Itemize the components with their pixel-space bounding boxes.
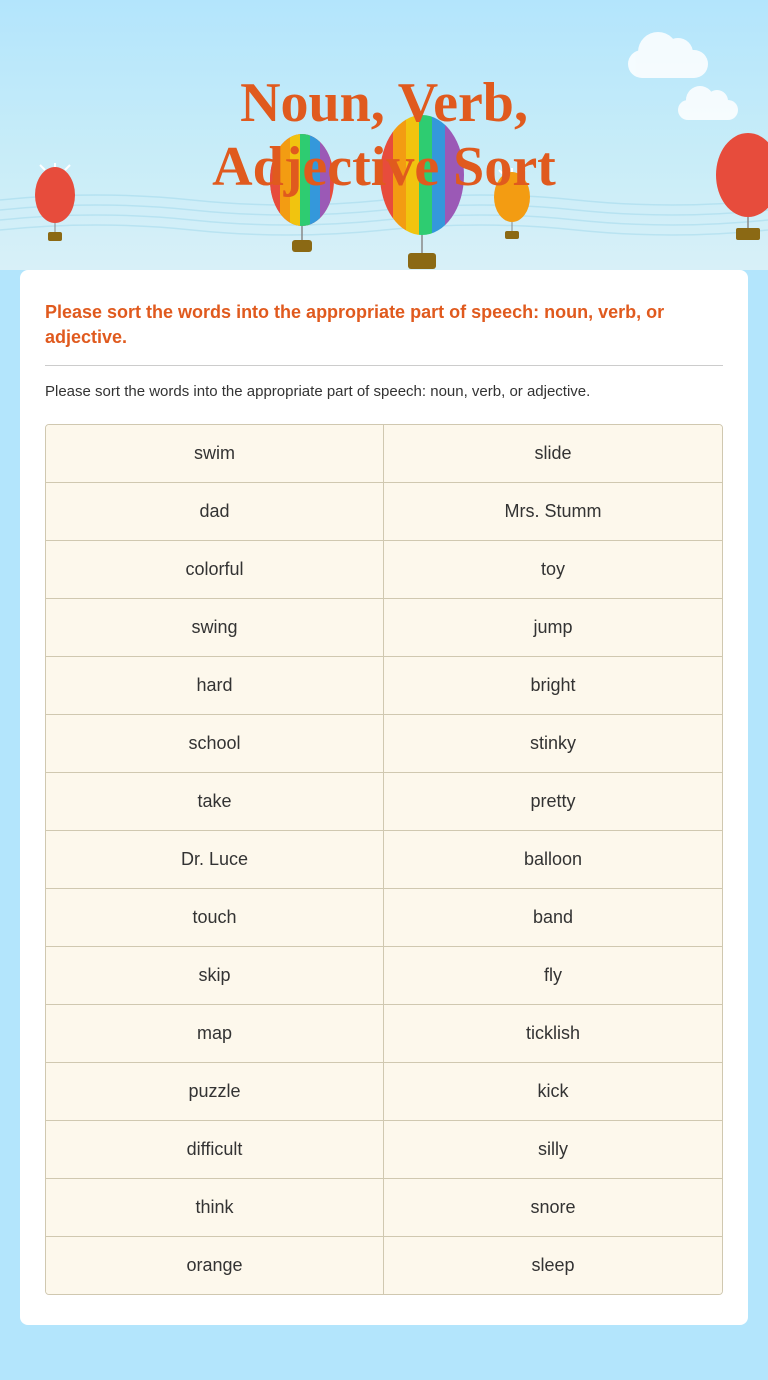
word-cell-left[interactable]: school xyxy=(46,715,384,772)
word-row: schoolstinky xyxy=(46,715,722,773)
balloon-small-left xyxy=(30,160,80,260)
word-cell-left[interactable]: swing xyxy=(46,599,384,656)
word-row: hardbright xyxy=(46,657,722,715)
word-cell-right[interactable]: kick xyxy=(384,1063,722,1120)
word-row: takepretty xyxy=(46,773,722,831)
word-cell-left[interactable]: hard xyxy=(46,657,384,714)
word-cell-left[interactable]: difficult xyxy=(46,1121,384,1178)
title-container: Noun, Verb, Adjective Sort xyxy=(212,71,556,200)
word-cell-left[interactable]: think xyxy=(46,1179,384,1236)
word-row: colorfultoy xyxy=(46,541,722,599)
word-grid: swimslidedadMrs. Stummcolorfultoyswingju… xyxy=(45,424,723,1295)
word-row: puzzlekick xyxy=(46,1063,722,1121)
word-row: swingjump xyxy=(46,599,722,657)
word-cell-left[interactable]: orange xyxy=(46,1237,384,1294)
word-cell-left[interactable]: touch xyxy=(46,889,384,946)
word-cell-right[interactable]: jump xyxy=(384,599,722,656)
word-cell-left[interactable]: map xyxy=(46,1005,384,1062)
word-cell-left[interactable]: colorful xyxy=(46,541,384,598)
word-cell-left[interactable]: take xyxy=(46,773,384,830)
word-row: touchband xyxy=(46,889,722,947)
instructions-title: Please sort the words into the appropria… xyxy=(45,300,723,366)
word-cell-right[interactable]: band xyxy=(384,889,722,946)
word-cell-right[interactable]: pretty xyxy=(384,773,722,830)
instructions-body: Please sort the words into the appropria… xyxy=(45,381,723,404)
word-row: Dr. Luceballoon xyxy=(46,831,722,889)
word-cell-left[interactable]: dad xyxy=(46,483,384,540)
word-row: difficultsilly xyxy=(46,1121,722,1179)
main-content: Please sort the words into the appropria… xyxy=(20,270,748,1325)
word-cell-left[interactable]: swim xyxy=(46,425,384,482)
word-row: thinksnore xyxy=(46,1179,722,1237)
word-cell-left[interactable]: puzzle xyxy=(46,1063,384,1120)
sky-header: Noun, Verb, Adjective Sort xyxy=(0,0,768,270)
word-cell-right[interactable]: slide xyxy=(384,425,722,482)
word-cell-left[interactable]: skip xyxy=(46,947,384,1004)
word-row: swimslide xyxy=(46,425,722,483)
cloud-2 xyxy=(678,100,738,120)
page-title: Noun, Verb, Adjective Sort xyxy=(212,71,556,200)
word-row: orangesleep xyxy=(46,1237,722,1294)
word-cell-right[interactable]: fly xyxy=(384,947,722,1004)
word-row: mapticklish xyxy=(46,1005,722,1063)
word-cell-right[interactable]: balloon xyxy=(384,831,722,888)
word-cell-right[interactable]: silly xyxy=(384,1121,722,1178)
word-cell-right[interactable]: sleep xyxy=(384,1237,722,1294)
word-cell-left[interactable]: Dr. Luce xyxy=(46,831,384,888)
word-cell-right[interactable]: toy xyxy=(384,541,722,598)
word-cell-right[interactable]: stinky xyxy=(384,715,722,772)
word-cell-right[interactable]: ticklish xyxy=(384,1005,722,1062)
balloon-far-right xyxy=(713,130,768,250)
cloud-1 xyxy=(628,50,708,78)
word-row: skipfly xyxy=(46,947,722,1005)
word-cell-right[interactable]: Mrs. Stumm xyxy=(384,483,722,540)
word-row: dadMrs. Stumm xyxy=(46,483,722,541)
word-cell-right[interactable]: snore xyxy=(384,1179,722,1236)
word-cell-right[interactable]: bright xyxy=(384,657,722,714)
